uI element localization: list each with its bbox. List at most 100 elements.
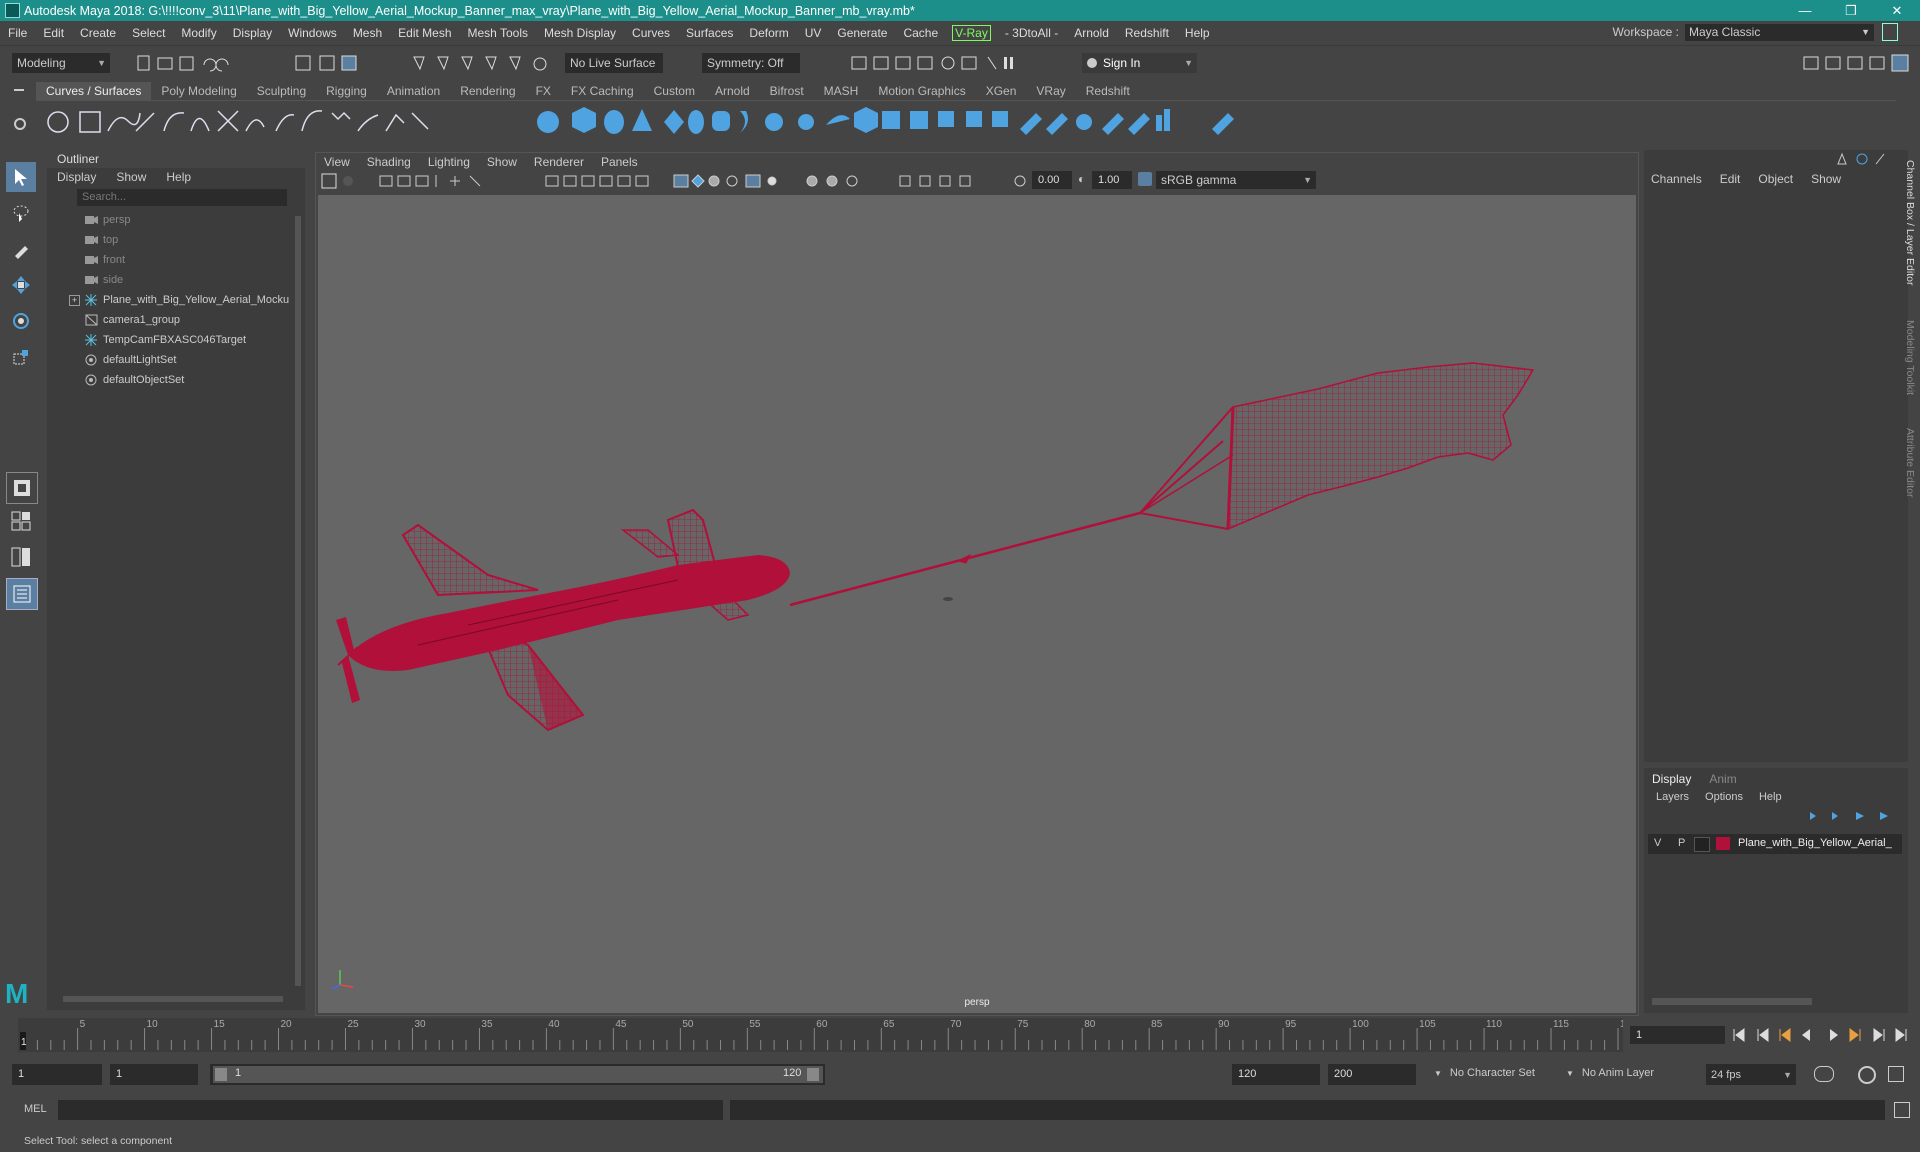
layer-tool-icons[interactable] <box>1804 808 1904 824</box>
fps-dropdown[interactable]: 24 fps ▼ <box>1706 1064 1796 1085</box>
time-ruler[interactable]: 1 5 10 15 20 25 30 35 40 45 50 55 60 65 70 75 80 85 90 95 1… <box>18 1018 1623 1052</box>
shelf-tab-curves-surfaces[interactable]: Curves / Surfaces <box>36 82 152 100</box>
viewport-menu-panels[interactable]: Panels <box>601 153 638 171</box>
lasso-tool-icon[interactable] <box>6 198 36 228</box>
layer-tab-anim[interactable]: Anim <box>1709 772 1736 786</box>
shelf-tab-rendering[interactable]: Rendering <box>450 82 525 100</box>
channels-menu-object[interactable]: Object <box>1758 172 1793 186</box>
menu-set-dropdown[interactable]: Modeling ▼ <box>12 53 110 73</box>
menu-arnold[interactable]: Arnold <box>1066 26 1117 40</box>
viewport-menu-show[interactable]: Show <box>487 153 517 171</box>
menu-display[interactable]: Display <box>225 26 280 40</box>
animation-start-field[interactable]: 1 <box>12 1064 102 1085</box>
command-language-toggle[interactable]: MEL <box>24 1103 47 1115</box>
shelf-tab-poly-modeling[interactable]: Poly Modeling <box>151 82 246 100</box>
shelf-tab-animation[interactable]: Animation <box>377 82 450 100</box>
layer-menu-help[interactable]: Help <box>1759 791 1782 803</box>
viewport-menu-shading[interactable]: Shading <box>367 153 411 171</box>
channels-menu-show[interactable]: Show <box>1811 172 1841 186</box>
viewport-toolbar-icons[interactable] <box>320 173 1040 189</box>
range-slider[interactable]: 1 120 <box>210 1064 825 1085</box>
menu-generate[interactable]: Generate <box>829 26 895 40</box>
script-editor-icon[interactable] <box>1894 1102 1910 1118</box>
shelf-tab-sculpting[interactable]: Sculpting <box>247 82 316 100</box>
select-tool-icon[interactable] <box>6 162 36 192</box>
range-end-handle[interactable] <box>807 1068 819 1081</box>
layer-color-swatch[interactable] <box>1716 837 1730 850</box>
outliner-menu-show[interactable]: Show <box>116 168 146 186</box>
layer-playback-toggle[interactable]: P <box>1678 837 1685 849</box>
outliner-item-side[interactable]: side <box>47 270 305 290</box>
outliner-horizontal-scrollbar[interactable] <box>63 996 283 1002</box>
expand-icon[interactable]: + <box>69 295 80 306</box>
outliner-layout-icon[interactable] <box>6 578 38 610</box>
shelf-tab-redshift[interactable]: Redshift <box>1076 82 1140 100</box>
anim-layer-dropdown[interactable]: ▼ No Anim Layer <box>1566 1067 1654 1079</box>
shelf-tab-xgen[interactable]: XGen <box>976 82 1027 100</box>
layer-type-toggle[interactable] <box>1694 837 1710 852</box>
shelf-tab-rigging[interactable]: Rigging <box>316 82 377 100</box>
outliner-item-top[interactable]: top <box>47 230 305 250</box>
menu-deform[interactable]: Deform <box>741 26 796 40</box>
viewport-canvas[interactable]: persp <box>318 195 1636 1013</box>
shelf-tab-fx-caching[interactable]: FX Caching <box>561 82 644 100</box>
menu-surfaces[interactable]: Surfaces <box>678 26 741 40</box>
menu-help[interactable]: Help <box>1177 26 1218 40</box>
character-set-dropdown[interactable]: ▼ No Character Set <box>1434 1067 1535 1079</box>
minimize-button[interactable]: — <box>1782 0 1828 21</box>
four-pane-layout-icon[interactable] <box>6 506 36 536</box>
layer-tab-display[interactable]: Display <box>1652 772 1691 786</box>
gamma-icon[interactable]: ◐ <box>1078 172 1085 186</box>
time-slider[interactable]: 1 5 10 15 20 25 30 35 40 45 50 55 60 65 70 75 80 85 90 95 1… <box>0 1018 1920 1052</box>
shelf-tab-vray[interactable]: VRay <box>1026 82 1075 100</box>
menu-vray[interactable]: V-Ray <box>952 25 991 41</box>
two-pane-layout-icon[interactable] <box>6 542 36 572</box>
outliner-item-plane-group[interactable]: + Plane_with_Big_Yellow_Aerial_Mocku <box>47 290 305 310</box>
render-tools-icons[interactable] <box>848 53 1048 75</box>
side-tab-channel-box[interactable]: Channel Box / Layer Editor <box>1904 160 1916 286</box>
shelf-tab-bifrost[interactable]: Bifrost <box>760 82 814 100</box>
layer-visibility-toggle[interactable]: V <box>1654 837 1661 849</box>
single-pane-layout-icon[interactable] <box>6 472 38 504</box>
outliner-item-persp[interactable]: persp <box>47 210 305 230</box>
viewport-menu-renderer[interactable]: Renderer <box>534 153 584 171</box>
gamma-field[interactable]: 1.00 <box>1092 171 1132 189</box>
animation-end-field[interactable]: 200 <box>1328 1064 1416 1085</box>
layer-menu-options[interactable]: Options <box>1705 791 1743 803</box>
sign-in-button[interactable]: Sign In ▼ <box>1082 53 1197 73</box>
shelf-tab-mash[interactable]: MASH <box>814 82 869 100</box>
rotate-tool-icon[interactable] <box>6 306 36 336</box>
move-tool-icon[interactable] <box>6 270 36 300</box>
close-button[interactable]: ✕ <box>1874 0 1920 21</box>
menu-edit[interactable]: Edit <box>35 26 72 40</box>
outliner-search-input[interactable]: Search... <box>77 189 287 206</box>
shelf-tab-motion-graphics[interactable]: Motion Graphics <box>868 82 975 100</box>
channel-box-tool-icons[interactable] <box>1836 152 1906 166</box>
loop-icon[interactable] <box>1814 1066 1834 1082</box>
side-tab-modeling-toolkit[interactable]: Modeling Toolkit <box>1904 320 1916 395</box>
outliner-vertical-scrollbar[interactable] <box>295 216 301 986</box>
menu-cache[interactable]: Cache <box>895 26 946 40</box>
outliner-item-camera1-group[interactable]: camera1_group <box>47 310 305 330</box>
menu-redshift[interactable]: Redshift <box>1117 26 1177 40</box>
playback-end-field[interactable]: 120 <box>1232 1064 1320 1085</box>
restore-button[interactable]: ❐ <box>1828 0 1874 21</box>
menu-mesh-tools[interactable]: Mesh Tools <box>460 26 536 40</box>
channels-menu-channels[interactable]: Channels <box>1651 172 1702 186</box>
menu-modify[interactable]: Modify <box>173 26 224 40</box>
channels-menu-edit[interactable]: Edit <box>1720 172 1741 186</box>
snap-icons[interactable] <box>410 53 560 75</box>
menu-curves[interactable]: Curves <box>624 26 678 40</box>
outliner-item-tempcam-target[interactable]: TempCamFBXASC046Target <box>47 330 305 350</box>
scale-tool-icon[interactable] <box>6 342 36 372</box>
outliner-menu-help[interactable]: Help <box>166 168 191 186</box>
menu-create[interactable]: Create <box>72 26 124 40</box>
menu-select[interactable]: Select <box>124 26 173 40</box>
shelf-tab-custom[interactable]: Custom <box>644 82 705 100</box>
outliner-item-default-light-set[interactable]: defaultLightSet <box>47 350 305 370</box>
lock-icon[interactable] <box>1882 23 1898 41</box>
menu-mesh-display[interactable]: Mesh Display <box>536 26 624 40</box>
outliner-item-front[interactable]: front <box>47 250 305 270</box>
menu-uv[interactable]: UV <box>797 26 830 40</box>
shelf-tab-arnold[interactable]: Arnold <box>705 82 760 100</box>
